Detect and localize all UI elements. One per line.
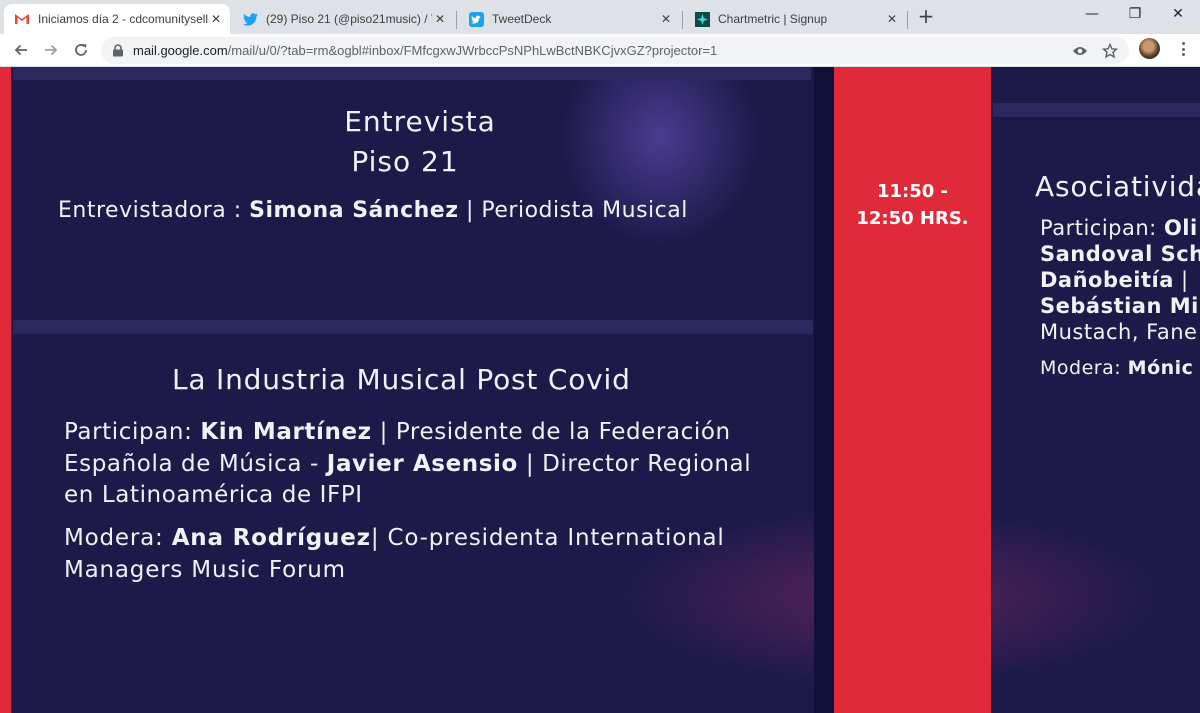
view-icon-button[interactable] xyxy=(1071,42,1089,60)
eye-icon xyxy=(1073,47,1087,55)
participants-line: Española de Música - Javier Asensio | Di… xyxy=(64,451,751,477)
address-bar[interactable]: mail.google.com/mail/u/0/?tab=rm&ogbl#in… xyxy=(101,37,1129,64)
reload-icon xyxy=(75,44,87,56)
session-title: Asociatividad xyxy=(1035,170,1200,203)
section-divider xyxy=(13,67,811,80)
gmail-icon xyxy=(14,11,30,27)
moderator-role: | Co-presidenta International xyxy=(370,525,725,551)
profile-avatar[interactable] xyxy=(1139,38,1160,59)
arrow-right-icon xyxy=(45,44,58,56)
participants-label: Participan: xyxy=(64,419,201,445)
participants-label: Participan: xyxy=(1040,216,1164,240)
participants-line: en Latinoamérica de IFPI xyxy=(64,482,363,508)
dot-icon xyxy=(1181,53,1185,56)
moderator-line: Managers Music Forum xyxy=(64,557,346,583)
participants-line: Participan: Kin Martínez | Presidente de… xyxy=(64,419,731,445)
session-title: La Industria Musical Post Covid xyxy=(172,363,631,396)
session-subtitle: Piso 21 xyxy=(351,145,459,178)
moderator-line: Modera: Mónic xyxy=(1040,357,1193,379)
tab-strip: Iniciamos día 2 - cdcomunitysellc ✕ (29)… xyxy=(0,0,1200,34)
participant-name: Dañobeitía xyxy=(1040,268,1174,292)
interviewer-role: | Periodista Musical xyxy=(458,198,688,223)
separator-text: | xyxy=(1173,268,1189,292)
restore-button[interactable]: ❐ xyxy=(1113,0,1157,30)
forward-button[interactable] xyxy=(38,37,64,63)
dot-icon xyxy=(1181,47,1185,51)
participant-role: | Presidente de la Federación xyxy=(371,419,731,445)
close-tab-icon[interactable]: ✕ xyxy=(658,12,674,26)
tab-title: TweetDeck xyxy=(492,12,552,26)
url-path: /mail/u/0/?tab=rm&ogbl#inbox/FMfcgxwJWrb… xyxy=(227,43,718,58)
section-divider xyxy=(993,103,1200,117)
tab-title: Iniciamos día 2 - cdcomunitysellc xyxy=(38,12,208,26)
tab-title: (29) Piso 21 (@piso21music) / Tw xyxy=(266,12,432,26)
url-host: mail.google.com xyxy=(133,43,228,58)
new-tab-button[interactable]: + xyxy=(913,4,939,30)
participant-role: | Director Regional xyxy=(517,451,752,477)
interviewer-line: Entrevistadora : Simona Sánchez | Period… xyxy=(58,198,688,223)
moderator-line: Modera: Ana Rodríguez| Co-presidenta Int… xyxy=(64,525,725,551)
close-tab-icon[interactable]: ✕ xyxy=(884,12,900,26)
browser-menu-button[interactable] xyxy=(1175,40,1191,58)
bookmark-star-button[interactable] xyxy=(1101,42,1119,60)
tab-tweetdeck[interactable]: TweetDeck ✕ xyxy=(458,4,680,34)
back-button[interactable] xyxy=(8,37,34,63)
participant-name: Oli xyxy=(1163,216,1198,240)
section-divider xyxy=(13,320,813,334)
star-icon xyxy=(1102,43,1118,59)
moderator-label: Modera: xyxy=(64,525,172,551)
dot-icon xyxy=(1181,42,1185,45)
browser-toolbar: mail.google.com/mail/u/0/?tab=rm&ogbl#in… xyxy=(0,34,1200,67)
left-accent-bar xyxy=(0,67,11,713)
chartmetric-icon xyxy=(694,11,710,27)
twitter-icon xyxy=(242,11,258,27)
time-end: 12:50 HRS. xyxy=(856,208,969,229)
participants-line: Sandoval Sch xyxy=(1040,242,1200,266)
url-text[interactable]: mail.google.com/mail/u/0/?tab=rm&ogbl#in… xyxy=(133,37,717,64)
moderator-name: Mónic xyxy=(1127,357,1194,379)
participants-line: Dañobeitía | xyxy=(1040,268,1189,292)
participant-name: Sandoval Sch xyxy=(1040,242,1200,266)
moderator-label: Modera: xyxy=(1040,357,1128,379)
lock-icon[interactable] xyxy=(112,44,124,57)
participant-name: Sebástian Mil xyxy=(1040,294,1200,318)
interviewer-name: Simona Sánchez xyxy=(249,198,459,223)
close-tab-icon[interactable]: ✕ xyxy=(432,12,448,26)
tab-separator xyxy=(682,11,683,29)
arrow-left-icon xyxy=(14,44,27,56)
participant-name: Javier Asensio xyxy=(326,451,518,477)
tweetdeck-icon xyxy=(468,11,484,27)
tab-separator xyxy=(907,11,908,29)
attachment-preview: Entrevista Piso 21 Entrevistadora : Simo… xyxy=(0,67,1200,713)
participants-line: Participan: Oli xyxy=(1040,216,1198,240)
session-title: Entrevista xyxy=(344,105,496,138)
participant-name: Kin Martínez xyxy=(200,419,372,445)
interviewer-label: Entrevistadora : xyxy=(58,198,250,223)
close-window-button[interactable]: ✕ xyxy=(1156,0,1200,30)
time-start: 11:50 - xyxy=(876,181,949,202)
moderator-name: Ana Rodríguez xyxy=(171,525,371,551)
participant-role: Española de Música - xyxy=(64,451,327,477)
tab-title: Chartmetric | Signup xyxy=(718,12,828,26)
tab-chartmetric[interactable]: Chartmetric | Signup ✕ xyxy=(684,4,906,34)
reload-button[interactable] xyxy=(68,37,94,63)
column-gap xyxy=(814,67,834,713)
time-column xyxy=(834,67,991,713)
participants-line: Sebástian Mil xyxy=(1040,294,1200,318)
minimize-button[interactable]: — xyxy=(1070,0,1114,30)
tab-gmail[interactable]: Iniciamos día 2 - cdcomunitysellc ✕ xyxy=(4,4,230,34)
tab-separator xyxy=(456,11,457,29)
participants-line: Mustach, Fane xyxy=(1040,320,1198,344)
close-tab-icon[interactable]: ✕ xyxy=(208,12,224,26)
tab-twitter[interactable]: (29) Piso 21 (@piso21music) / Tw ✕ xyxy=(232,4,454,34)
